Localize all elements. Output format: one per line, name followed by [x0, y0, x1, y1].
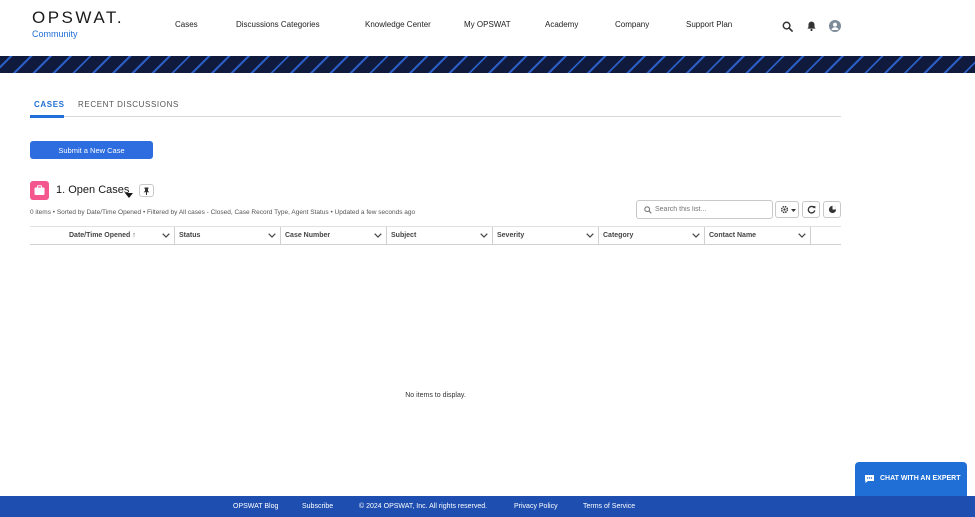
tab-recent-discussions[interactable]: RECENT DISCUSSIONS [78, 100, 179, 110]
nav-item-company[interactable]: Company [615, 20, 649, 30]
tab-bar: CASES RECENT DISCUSSIONS [30, 96, 841, 118]
tab-cases[interactable]: CASES [34, 100, 65, 110]
chevron-down-icon[interactable] [268, 233, 276, 238]
nav-item-support-plan[interactable]: Support Plan [686, 20, 732, 30]
chevron-down-icon[interactable] [692, 233, 700, 238]
column-header-category[interactable]: Category [599, 227, 705, 245]
refresh-button[interactable] [802, 201, 820, 218]
footer-link-terms-of-service[interactable]: Terms of Service [583, 503, 635, 511]
nav-item-cases[interactable]: Cases [175, 20, 198, 30]
chevron-down-icon[interactable] [162, 233, 170, 238]
column-label: Category [603, 232, 634, 239]
column-header-severity[interactable]: Severity [493, 227, 599, 245]
column-label: Contact Name [709, 232, 757, 239]
site-header: OPSWAT. Community Cases Discussions Cate… [0, 0, 975, 56]
refresh-icon [807, 205, 816, 214]
list-view-switcher-chevron-down-icon[interactable] [125, 186, 133, 204]
footer-link-privacy-policy[interactable]: Privacy Policy [514, 503, 558, 511]
column-header-contact-name[interactable]: Contact Name [705, 227, 811, 245]
column-header-date-time-opened[interactable]: Date/Time Opened ↑ [30, 227, 175, 245]
list-view-status-info: 0 items • Sorted by Date/Time Opened • F… [30, 209, 416, 216]
column-header-status[interactable]: Status [175, 227, 281, 245]
charts-button[interactable] [823, 201, 841, 218]
list-view-title[interactable]: 1. Open Cases [56, 184, 129, 196]
pin-list-view-button[interactable] [139, 184, 154, 197]
column-header-case-number[interactable]: Case Number [281, 227, 387, 245]
nav-item-knowledge-center[interactable]: Knowledge Center [365, 20, 431, 30]
gear-icon [780, 205, 789, 214]
chevron-down-icon [791, 209, 796, 212]
footer-copyright: © 2024 OPSWAT, Inc. All rights reserved. [359, 503, 488, 510]
chat-bubble-icon [865, 475, 874, 483]
pie-chart-icon [828, 205, 837, 214]
pin-icon [143, 187, 150, 195]
column-label: Severity [497, 232, 525, 239]
column-label: Status [179, 232, 201, 239]
list-settings-button[interactable] [775, 201, 799, 218]
chat-with-expert-button[interactable]: CHAT WITH AN EXPERT [855, 462, 967, 496]
column-header-subject[interactable]: Subject [387, 227, 493, 245]
chevron-down-icon[interactable] [798, 233, 806, 238]
chevron-down-icon[interactable] [374, 233, 382, 238]
nav-item-discussions-categories[interactable]: Discussions Categories [236, 20, 320, 30]
active-tab-indicator [30, 115, 64, 118]
nav-item-my-opswat[interactable]: My OPSWAT [464, 20, 511, 30]
decorative-banner [0, 56, 975, 73]
footer-link-subscribe[interactable]: Subscribe [302, 503, 333, 511]
site-footer: OPSWAT Blog Subscribe © 2024 OPSWAT, Inc… [0, 496, 975, 517]
list-search-box[interactable] [636, 200, 773, 219]
chat-button-label: CHAT WITH AN EXPERT [880, 475, 961, 482]
user-avatar-icon[interactable] [829, 19, 841, 32]
submit-new-case-button[interactable]: Submit a New Case [30, 141, 153, 159]
column-label: Case Number [285, 232, 331, 239]
column-label: Subject [391, 232, 417, 239]
search-icon[interactable] [782, 19, 794, 32]
table-header: Date/Time Opened ↑ Status Case Number Su… [30, 226, 841, 245]
footer-link-opswat-blog[interactable]: OPSWAT Blog [233, 503, 278, 511]
column-label: Date/Time Opened ↑ [69, 232, 136, 239]
chevron-down-icon[interactable] [480, 233, 488, 238]
case-list-icon [30, 181, 49, 200]
nav-item-academy[interactable]: Academy [545, 20, 578, 30]
chevron-down-icon[interactable] [586, 233, 594, 238]
bell-icon[interactable] [806, 19, 818, 32]
empty-state-message: No items to display. [405, 392, 466, 399]
search-icon [644, 206, 652, 214]
search-list-input[interactable] [655, 204, 767, 215]
